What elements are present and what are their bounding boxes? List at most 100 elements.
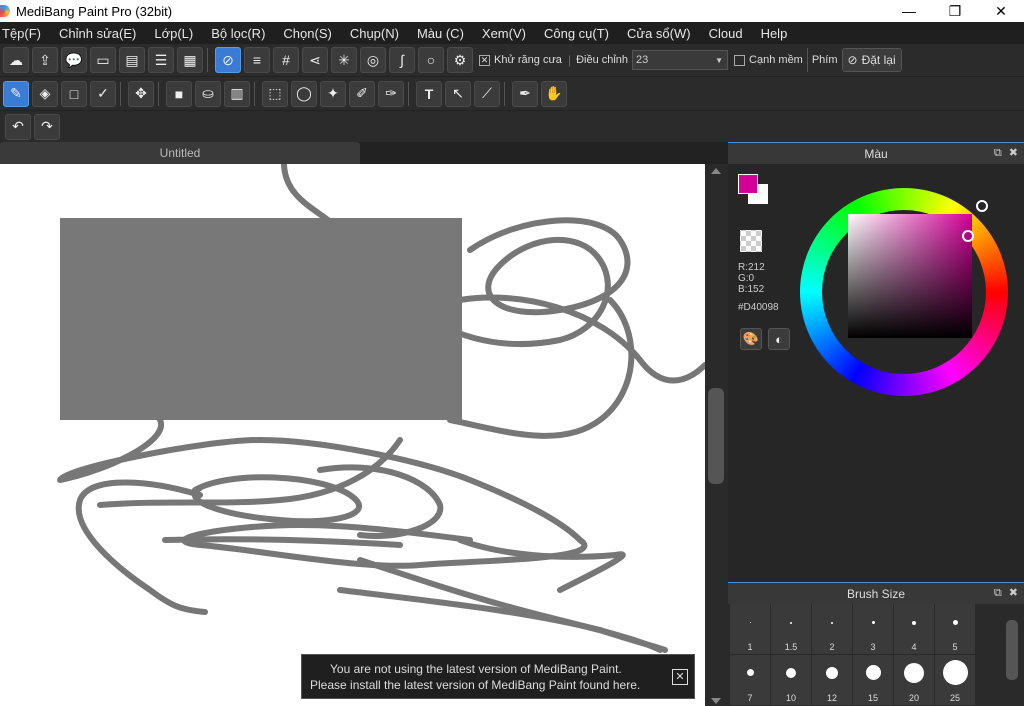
brush-size-cell[interactable]: 3 (853, 604, 893, 654)
brush-size-label: 2 (829, 642, 835, 652)
menu-help[interactable]: Help (761, 26, 788, 41)
brush-size-cell[interactable]: 25 (935, 655, 975, 705)
close-icon[interactable]: ✕ (672, 669, 688, 685)
brush-size-label: 1 (747, 642, 753, 652)
close-icon[interactable]: ✖ (1009, 147, 1018, 159)
circle-snap-icon[interactable]: ○ (418, 47, 444, 73)
dot-icon[interactable]: □ (61, 80, 87, 107)
restore-button[interactable]: ❐ (932, 0, 978, 22)
brush-size-cell[interactable]: 10 (771, 655, 811, 705)
brush-size-cell[interactable]: 5 (935, 604, 975, 654)
operation-icon[interactable]: ↖ (445, 80, 471, 107)
snap-settings-icon[interactable]: ⚙ (447, 47, 473, 73)
brush-size-cell[interactable]: 4 (894, 604, 934, 654)
menu-filter[interactable]: Bộ lọc(R) (211, 26, 265, 41)
menu-color[interactable]: Màu (C) (417, 26, 464, 41)
menu-snap[interactable]: Chụp(N) (350, 26, 399, 41)
menu-layer[interactable]: Lớp(L) (154, 26, 193, 41)
scrollbar-thumb[interactable] (1006, 620, 1018, 680)
bucket-icon[interactable]: ⛀ (195, 80, 221, 107)
minimize-button[interactable]: — (886, 0, 932, 22)
tool-bar: ✎ ◈ □ ✓ ✥ ■ ⛀ ▥ ⬚ ◯ ✦ ✐ ✑ T ↖ ⟋ ✒ ✋ (0, 76, 1024, 110)
close-icon[interactable]: ✖ (1009, 587, 1018, 599)
popout-icon[interactable]: ⧉ (994, 147, 1002, 159)
menu-window[interactable]: Cửa sổ(W) (627, 26, 691, 41)
document-tab[interactable]: Untitled (0, 142, 360, 164)
brush-size-cell[interactable]: 15 (853, 655, 893, 705)
page-list-icon[interactable]: ☰ (148, 47, 174, 73)
saturation-value-square[interactable] (848, 214, 972, 338)
reset-button[interactable]: ⊘ Đặt lại (841, 48, 902, 72)
sv-handle[interactable] (962, 230, 974, 242)
menu-select[interactable]: Chọn(S) (283, 26, 331, 41)
brush-size-cell[interactable]: 12 (812, 655, 852, 705)
layout-icon[interactable]: ▦ (177, 47, 203, 73)
menu-edit[interactable]: Chỉnh sửa(E) (59, 26, 136, 41)
eyedropper-icon[interactable]: ✒ (512, 80, 538, 107)
brush-size-cell[interactable]: 1.5 (771, 604, 811, 654)
right-panel: Màu ⧉ ✖ R:212 G:0 B:152 #D40098 🎨 ◐ Brus… (728, 142, 1024, 706)
brush-size-cell[interactable]: 2 (812, 604, 852, 654)
color-settings-icon[interactable]: ◐ (768, 328, 790, 350)
brush-icon[interactable]: ✎ (3, 80, 29, 107)
hand-icon[interactable]: ✋ (541, 80, 567, 107)
curve-snap-icon[interactable]: ∫ (389, 47, 415, 73)
menu-cloud[interactable]: Cloud (709, 26, 743, 41)
rect-select-icon[interactable]: ⬚ (262, 80, 288, 107)
menu-tools[interactable]: Công cụ(T) (544, 26, 609, 41)
export-icon[interactable]: ⇪ (32, 47, 58, 73)
scroll-up-arrow-icon[interactable] (711, 168, 721, 174)
palette-icon[interactable]: 🎨 (740, 328, 762, 350)
eraser-icon[interactable]: ◈ (32, 80, 58, 107)
transparent-color-swatch[interactable] (740, 230, 762, 252)
blue-value: B:152 (738, 284, 765, 295)
menu-bar: Tệp(F) Chỉnh sửa(E) Lớp(L) Bộ lọc(R) Chọ… (0, 22, 1024, 44)
magic-wand-icon[interactable]: ✦ (320, 80, 346, 107)
scrollbar-thumb[interactable] (708, 388, 724, 484)
drawing-canvas[interactable] (0, 164, 705, 706)
text-icon[interactable]: T (416, 80, 442, 107)
brush-size-cell[interactable]: 1 (730, 604, 770, 654)
soft-edge-checkbox[interactable]: Cạnh mềm (734, 54, 803, 66)
brush-panel-scrollbar[interactable] (1002, 604, 1022, 706)
snap-off-icon[interactable]: ⊘ (215, 47, 241, 73)
menu-file[interactable]: Tệp(F) (2, 26, 41, 41)
adjust-dropdown[interactable]: 23 ▼ (632, 50, 729, 70)
popout-icon[interactable]: ⧉ (994, 587, 1002, 599)
color-swatches (738, 174, 768, 204)
reset-label: Đặt lại (861, 53, 896, 67)
divide-icon[interactable]: ⟋ (474, 80, 500, 107)
comment-icon[interactable]: 💬 (61, 47, 87, 73)
brush-size-cell[interactable]: 7 (730, 655, 770, 705)
hue-handle[interactable] (976, 200, 988, 212)
adjust-value: 23 (636, 54, 649, 66)
antialias-checkbox[interactable]: ✕ Khử răng cưa (479, 54, 562, 66)
chevron-down-icon: ▼ (715, 55, 724, 65)
select-eraser-icon[interactable]: ✑ (378, 80, 404, 107)
gradient-icon[interactable]: ▥ (224, 80, 250, 107)
close-button[interactable]: ✕ (978, 0, 1024, 22)
move-icon[interactable]: ✥ (128, 80, 154, 107)
canvas-vertical-scrollbar[interactable] (705, 164, 728, 706)
parallel-snap-icon[interactable]: ≡ (244, 47, 270, 73)
update-notice[interactable]: You are not using the latest version of … (301, 654, 695, 699)
concentric-snap-icon[interactable]: ◎ (360, 47, 386, 73)
grid-snap-icon[interactable]: # (273, 47, 299, 73)
fill-shape-icon[interactable]: ■ (166, 80, 192, 107)
brush-size-cell[interactable]: 20 (894, 655, 934, 705)
scroll-down-arrow-icon[interactable] (711, 698, 721, 704)
select-pen-icon[interactable]: ✐ (349, 80, 375, 107)
brush-panel-title: Brush Size (846, 586, 906, 601)
select-pen-icon[interactable]: ✓ (90, 80, 116, 107)
undo-icon[interactable]: ↶ (5, 113, 31, 140)
cloud-save-icon[interactable]: ☁ (3, 47, 29, 73)
speech-bubble-icon[interactable]: ▭ (90, 47, 116, 73)
brush-size-grid: 1 1.5 2 3 4 5 7 10 12 15 20 25 (730, 604, 1000, 706)
foreground-color-swatch[interactable] (738, 174, 758, 194)
page-icon[interactable]: ▤ (119, 47, 145, 73)
redo-icon[interactable]: ↷ (34, 113, 60, 140)
menu-view[interactable]: Xem(V) (482, 26, 526, 41)
perspective-snap-icon[interactable]: ⋖ (302, 47, 328, 73)
lasso-icon[interactable]: ◯ (291, 80, 317, 107)
radial-snap-icon[interactable]: ✳ (331, 47, 357, 73)
